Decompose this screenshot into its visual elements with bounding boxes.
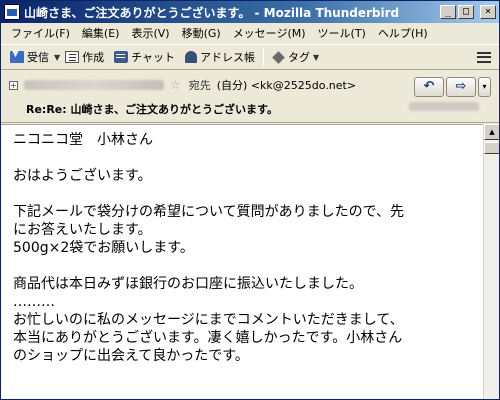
scroll-up-icon[interactable]: ▲: [484, 124, 499, 140]
tag-icon: [272, 50, 285, 64]
body-line: にお答えいたします。: [13, 222, 152, 238]
more-actions-dropdown[interactable]: ▾: [478, 77, 491, 97]
maximize-button[interactable]: □: [458, 5, 474, 19]
message-date-redacted: [409, 102, 479, 111]
chat-button[interactable]: チャット: [109, 46, 180, 68]
thunderbird-window: 山崎さま、ご注文ありがとうございます。 - Mozilla Thunderbir…: [0, 0, 500, 400]
chat-icon: [114, 51, 129, 63]
forward-button[interactable]: ⇨: [446, 77, 476, 97]
menu-file[interactable]: ファイル(F): [5, 25, 76, 41]
toolbar-separator: [263, 48, 265, 66]
body-line: 下記メールで袋分けの希望について質問がありましたので、先: [13, 204, 405, 220]
thunderbird-app-icon: [4, 4, 20, 20]
body-line: 500g×2袋でお願いします。: [13, 240, 194, 256]
address-book-icon: [185, 51, 198, 63]
address-book-label: アドレス帳: [200, 51, 256, 64]
menu-help[interactable]: ヘルプ(H): [372, 25, 434, 41]
menu-go[interactable]: 移動(G): [176, 25, 227, 41]
tag-dropdown-icon: ▼: [313, 52, 320, 62]
menu-bar: ファイル(F) 編集(E) 表示(V) 移動(G) メッセージ(M) ツール(T…: [1, 23, 499, 43]
compose-icon: [65, 51, 80, 63]
window-controls: _ □ ×: [440, 5, 496, 19]
star-icon[interactable]: ☆: [170, 78, 181, 92]
body-blank-line: [13, 257, 471, 275]
write-button[interactable]: 作成: [60, 46, 109, 68]
tag-button[interactable]: タグ ▼: [267, 46, 324, 68]
menu-edit[interactable]: 編集(E): [76, 25, 126, 41]
main-toolbar: 受信 ▼ 作成 チャット アドレス帳 タグ ▼: [1, 44, 499, 70]
to-label: 宛先: [188, 79, 211, 92]
body-blank-line: [13, 185, 471, 203]
body-line: おはようございます。: [13, 168, 152, 184]
header-from-row: + ☆ 宛先 (自分) <kk@2525do.net> ↶ ⇨ ▾: [1, 75, 499, 97]
reply-button[interactable]: ↶: [414, 77, 444, 97]
download-icon: [10, 49, 24, 63]
message-body-pane[interactable]: ニコニコ堂 小林さん おはようございます。下記メールで袋分けの希望について質問があ…: [1, 124, 483, 399]
menu-tools[interactable]: ツール(T): [312, 25, 372, 41]
body-line: お忙しいのに私のメッセージにまでコメントいただきまして、: [13, 312, 404, 328]
message-subject: Re:Re: 山崎さま、ご注文ありがとうございます。: [26, 103, 278, 116]
body-blank-line: [13, 149, 471, 167]
body-line: 本当にありがとうございます。凄く嬉しかったです。小林さん: [13, 330, 403, 346]
to-address[interactable]: (自分) <kk@2525do.net>: [217, 77, 356, 93]
chat-label: チャット: [131, 51, 176, 64]
body-line: ………: [13, 294, 55, 310]
address-book-button[interactable]: アドレス帳: [180, 46, 260, 68]
body-line: のショップに出会えて良かったです。: [13, 348, 249, 364]
menu-view[interactable]: 表示(V): [125, 25, 175, 41]
scroll-thumb[interactable]: [484, 142, 499, 154]
menu-message[interactable]: メッセージ(M): [227, 25, 312, 41]
message-header: + ☆ 宛先 (自分) <kk@2525do.net> ↶ ⇨ ▾ Re:Re:…: [1, 71, 499, 123]
message-body: ニコニコ堂 小林さん おはようございます。下記メールで袋分けの希望について質問があ…: [1, 125, 483, 371]
write-label: 作成: [82, 51, 105, 64]
get-messages-button[interactable]: 受信: [5, 46, 54, 68]
app-menu-icon[interactable]: [477, 51, 491, 63]
tag-label: タグ: [288, 51, 311, 64]
get-messages-label: 受信: [27, 51, 49, 64]
sender-address-redacted[interactable]: [24, 80, 164, 90]
expand-header-icon[interactable]: +: [9, 80, 18, 90]
minimize-button[interactable]: _: [440, 5, 456, 19]
window-title: 山崎さま、ご注文ありがとうございます。 - Mozilla Thunderbir…: [24, 5, 400, 20]
message-actions: ↶ ⇨ ▾: [414, 77, 491, 97]
close-button[interactable]: ×: [480, 5, 496, 19]
vertical-scrollbar[interactable]: ▲: [483, 124, 499, 399]
body-line: 商品代は本日みずほ銀行のお口座に振込いたしました。: [13, 276, 363, 292]
title-bar[interactable]: 山崎さま、ご注文ありがとうございます。 - Mozilla Thunderbir…: [1, 1, 499, 23]
body-line: ニコニコ堂 小林さん: [13, 132, 153, 148]
